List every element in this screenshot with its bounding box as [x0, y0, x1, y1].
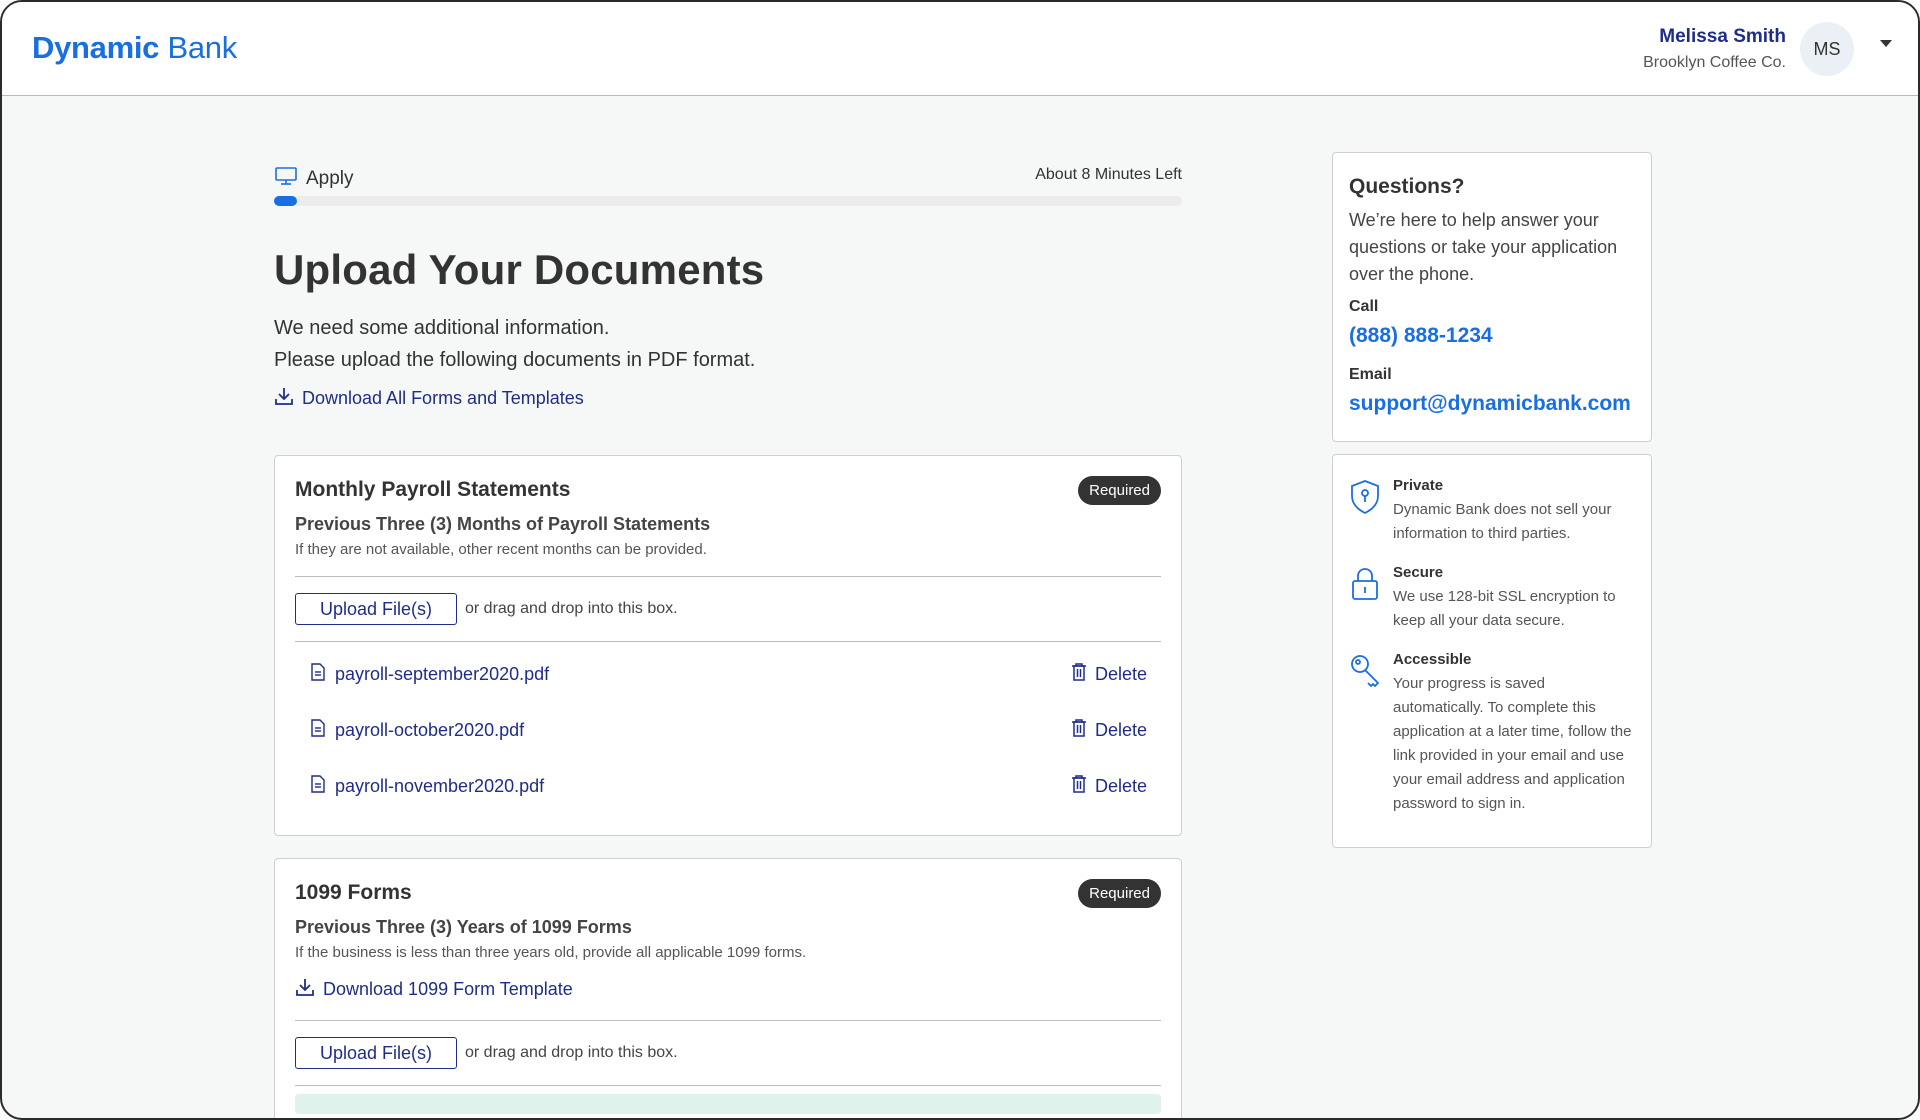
delete-label: Delete: [1094, 663, 1147, 684]
time-left: About 8 Minutes Left: [1035, 166, 1182, 183]
list-item: payroll-october2020.pdf Delete: [295, 702, 1161, 758]
main-content: Apply About 8 Minutes Left Upload Your D…: [274, 152, 1182, 1118]
info-title: Private: [1393, 477, 1444, 494]
file-name-link[interactable]: payroll-september2020.pdf: [335, 664, 549, 685]
progress-header: Apply About 8 Minutes Left: [274, 152, 1182, 192]
questions-title: Questions?: [1349, 175, 1465, 198]
apply-label: Apply: [306, 168, 354, 189]
computer-icon: [274, 166, 298, 192]
file-name-link[interactable]: payroll-november2020.pdf: [335, 776, 544, 797]
trash-icon: [1071, 662, 1087, 686]
avatar[interactable]: MS: [1800, 22, 1854, 76]
upload-files-button[interactable]: Upload File(s): [295, 593, 457, 625]
download-icon: [295, 977, 315, 1002]
questions-text: We’re here to help answer your questions…: [1349, 210, 1618, 284]
download-all-link[interactable]: Download All Forms and Templates: [274, 386, 1182, 411]
delete-label: Delete: [1094, 719, 1147, 740]
forms-1099-card[interactable]: 1099 Forms Required Previous Three (3) Y…: [274, 858, 1182, 1118]
user-info[interactable]: Melissa Smith Brooklyn Coffee Co.: [1643, 26, 1786, 72]
info-title: Secure: [1393, 564, 1444, 581]
info-accessible: Accessible Your progress is saved automa…: [1349, 651, 1635, 816]
card-title: Monthly Payroll Statements: [295, 478, 571, 501]
card-subtitle: Previous Three (3) Years of 1099 Forms: [295, 917, 632, 937]
page-title: Upload Your Documents: [274, 246, 765, 293]
call-label: Call: [1349, 298, 1379, 315]
required-badge: Required: [1078, 476, 1161, 505]
progress-fill: [274, 196, 297, 206]
upload-dropzone[interactable]: Upload File(s) or drag and drop into thi…: [295, 577, 1161, 641]
info-secure: Secure We use 128-bit SSL encryption to …: [1349, 564, 1635, 633]
lock-icon: [1349, 566, 1381, 633]
document-icon: [311, 662, 325, 686]
info-text: Dynamic Bank does not sell your informat…: [1393, 501, 1612, 542]
uploaded-file-row: [295, 1094, 1161, 1114]
apply-step: Apply: [274, 166, 354, 192]
file-list: payroll-september2020.pdf Delete payroll…: [295, 642, 1161, 814]
delete-label: Delete: [1094, 775, 1147, 796]
user-name: Melissa Smith: [1659, 26, 1786, 47]
delete-button[interactable]: Delete: [1071, 662, 1147, 686]
download-template-link[interactable]: Download 1099 Form Template: [295, 977, 1161, 1002]
card-note: If the business is less than three years…: [295, 944, 807, 961]
chevron-down-icon[interactable]: [1880, 40, 1892, 47]
info-text: Your progress is saved automatically. To…: [1393, 675, 1632, 812]
download-template-label: Download 1099 Form Template: [323, 979, 573, 999]
file-name-link[interactable]: payroll-october2020.pdf: [335, 720, 524, 741]
upload-hint: or drag and drop into this box.: [465, 1044, 678, 1061]
card-note: If they are not available, other recent …: [295, 541, 707, 558]
email-label: Email: [1349, 366, 1392, 383]
info-private: Private Dynamic Bank does not sell your …: [1349, 477, 1635, 546]
download-all-label: Download All Forms and Templates: [302, 388, 584, 408]
top-header: Dynamic Bank Melissa Smith Brooklyn Coff…: [2, 2, 1918, 96]
card-subtitle: Previous Three (3) Months of Payroll Sta…: [295, 514, 711, 534]
list-item: payroll-september2020.pdf Delete: [295, 646, 1161, 702]
payroll-card[interactable]: Monthly Payroll Statements Required Prev…: [274, 455, 1182, 836]
questions-panel: Questions? We’re here to help answer you…: [1332, 152, 1652, 442]
logo-secondary: Bank: [167, 30, 237, 65]
divider: [295, 1085, 1161, 1086]
intro-text: We need some additional information. Ple…: [274, 312, 1182, 376]
intro-line-2: Please upload the following documents in…: [274, 349, 756, 371]
upload-files-button[interactable]: Upload File(s): [295, 1037, 457, 1069]
user-company: Brooklyn Coffee Co.: [1643, 54, 1786, 71]
shield-icon: [1349, 479, 1381, 546]
list-item: payroll-november2020.pdf Delete: [295, 758, 1161, 814]
key-icon: [1349, 653, 1381, 816]
logo-primary: Dynamic: [32, 30, 160, 65]
trash-icon: [1071, 774, 1087, 798]
app-window: Dynamic Bank Melissa Smith Brooklyn Coff…: [0, 0, 1920, 1120]
delete-button[interactable]: Delete: [1071, 718, 1147, 742]
intro-line-1: We need some additional information.: [274, 317, 610, 339]
required-badge: Required: [1078, 879, 1161, 908]
delete-button[interactable]: Delete: [1071, 774, 1147, 798]
assurance-panel: Private Dynamic Bank does not sell your …: [1332, 454, 1652, 848]
info-title: Accessible: [1393, 651, 1472, 668]
upload-hint: or drag and drop into this box.: [465, 600, 678, 617]
info-text: We use 128-bit SSL encryption to keep al…: [1393, 588, 1616, 629]
document-icon: [311, 718, 325, 742]
download-icon: [274, 386, 294, 411]
dynamic-bank-logo[interactable]: Dynamic Bank: [32, 30, 237, 66]
progress-bar: [274, 196, 1182, 206]
upload-dropzone[interactable]: Upload File(s) or drag and drop into thi…: [295, 1021, 1161, 1085]
trash-icon: [1071, 718, 1087, 742]
email-link[interactable]: support@dynamicbank.com: [1349, 392, 1635, 416]
document-icon: [311, 774, 325, 798]
phone-link[interactable]: (888) 888-1234: [1349, 324, 1635, 348]
card-title: 1099 Forms: [295, 881, 412, 904]
